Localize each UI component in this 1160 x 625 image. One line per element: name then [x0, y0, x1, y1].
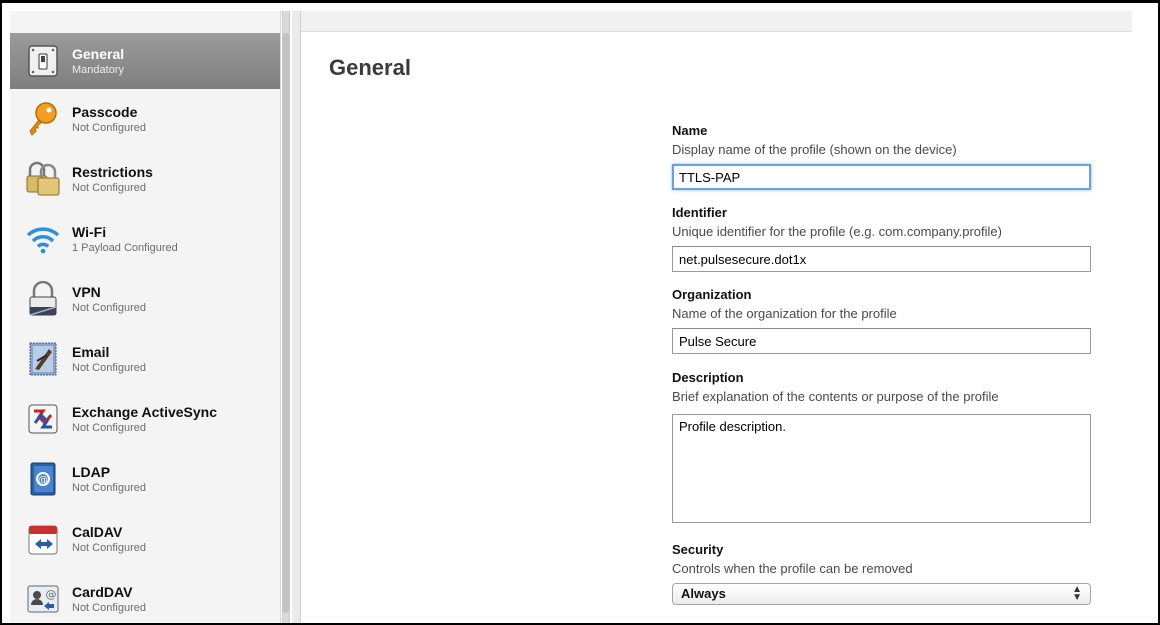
sidebar-item-status: Not Configured: [72, 121, 146, 134]
pane-top-bar: [301, 11, 1132, 32]
window: General Mandatory Passcode Not Configure…: [0, 0, 1160, 625]
page-title: General: [329, 55, 411, 80]
sidebar-item-status: Mandatory: [72, 63, 124, 76]
padlocks-icon: [24, 160, 62, 198]
sidebar-item-title: Restrictions: [72, 163, 153, 180]
sidebar-item-general[interactable]: General Mandatory: [10, 33, 280, 89]
sidebar-item-status: Not Configured: [72, 481, 146, 494]
description-label: Description: [672, 370, 744, 385]
description-group: Description Brief explanation of the con…: [672, 370, 1092, 523]
vpn-lock-icon: [24, 280, 62, 318]
identifier-description: Unique identifier for the profile (e.g. …: [672, 224, 1002, 239]
sidebar-item-wifi[interactable]: Wi-Fi 1 Payload Configured: [10, 209, 280, 269]
sidebar-item-title: CardDAV: [72, 583, 133, 600]
name-label: Name: [672, 123, 708, 138]
organization-field[interactable]: [672, 328, 1091, 354]
sidebar-item-exchange-activesync[interactable]: Exchange ActiveSync Not Configured: [10, 389, 280, 449]
sidebar-item-status: Not Configured: [72, 541, 146, 554]
sidebar-item-status: Not Configured: [72, 421, 146, 434]
sidebar-item-status: Not Configured: [72, 601, 146, 614]
calendar-icon: [24, 520, 62, 558]
organization-label: Organization: [672, 287, 752, 302]
sidebar-item-restrictions[interactable]: Restrictions Not Configured: [10, 149, 280, 209]
sidebar-item-title: Email: [72, 343, 110, 360]
sidebar-item-title: Exchange ActiveSync: [72, 403, 217, 420]
security-label: Security: [672, 542, 724, 557]
security-description: Controls when the profile can be removed: [672, 561, 913, 576]
identifier-field[interactable]: [672, 246, 1091, 272]
description-help: Brief explanation of the contents or pur…: [672, 389, 999, 404]
security-selected-value: Always: [681, 586, 726, 601]
split-divider[interactable]: [292, 11, 301, 623]
security-group: Security Controls when the profile can b…: [672, 542, 1092, 605]
description-textarea[interactable]: Profile description.: [672, 414, 1091, 523]
organization-group: Organization Name of the organization fo…: [672, 287, 1092, 354]
exchange-icon: [24, 400, 62, 438]
sidebar-item-title: Wi-Fi: [72, 223, 107, 240]
payload-sidebar: General Mandatory Passcode Not Configure…: [10, 11, 281, 623]
sidebar-item-title: General: [72, 45, 125, 62]
sidebar-item-title: VPN: [72, 283, 101, 300]
name-field[interactable]: [672, 164, 1091, 190]
svg-text:@: @: [46, 588, 57, 601]
scrollbar-thumb[interactable]: [283, 33, 289, 613]
contacts-icon: @: [24, 580, 62, 618]
updown-arrows-icon: ▲ ▼: [1072, 584, 1082, 603]
organization-description: Name of the organization for the profile: [672, 306, 897, 321]
settings-pane: General Name Display name of the profile…: [301, 11, 1132, 623]
sidebar-item-status: Not Configured: [72, 361, 146, 374]
sidebar-item-caldav[interactable]: CalDAV Not Configured: [10, 509, 280, 569]
sidebar-item-passcode[interactable]: Passcode Not Configured: [10, 89, 280, 149]
identifier-group: Identifier Unique identifier for the pro…: [672, 205, 1092, 272]
switch-icon: [24, 42, 62, 80]
general-form: Name Display name of the profile (shown …: [672, 123, 1092, 605]
sidebar-item-ldap[interactable]: @ LDAP Not Configured: [10, 449, 280, 509]
key-icon: [24, 100, 62, 138]
name-description: Display name of the profile (shown on th…: [672, 142, 957, 157]
email-stamp-icon: [24, 340, 62, 378]
sidebar-item-status: 1 Payload Configured: [72, 241, 178, 254]
sidebar-item-status: Not Configured: [72, 181, 146, 194]
wifi-icon: [24, 220, 62, 258]
name-group: Name Display name of the profile (shown …: [672, 123, 1092, 190]
sidebar-item-carddav[interactable]: @ CardDAV Not Configured: [10, 569, 280, 623]
sidebar-item-title: Passcode: [72, 103, 138, 120]
sidebar-item-status: Not Configured: [72, 301, 146, 314]
sidebar-item-title: LDAP: [72, 463, 111, 480]
sidebar-scrollbar[interactable]: [282, 11, 290, 623]
identifier-label: Identifier: [672, 205, 727, 220]
ldap-book-icon: @: [24, 460, 62, 498]
sidebar-item-email[interactable]: Email Not Configured: [10, 329, 280, 389]
sidebar-item-vpn[interactable]: VPN Not Configured: [10, 269, 280, 329]
sidebar-item-title: CalDAV: [72, 523, 123, 540]
security-select[interactable]: Always ▲ ▼: [672, 583, 1091, 605]
svg-text:@: @: [38, 475, 48, 486]
